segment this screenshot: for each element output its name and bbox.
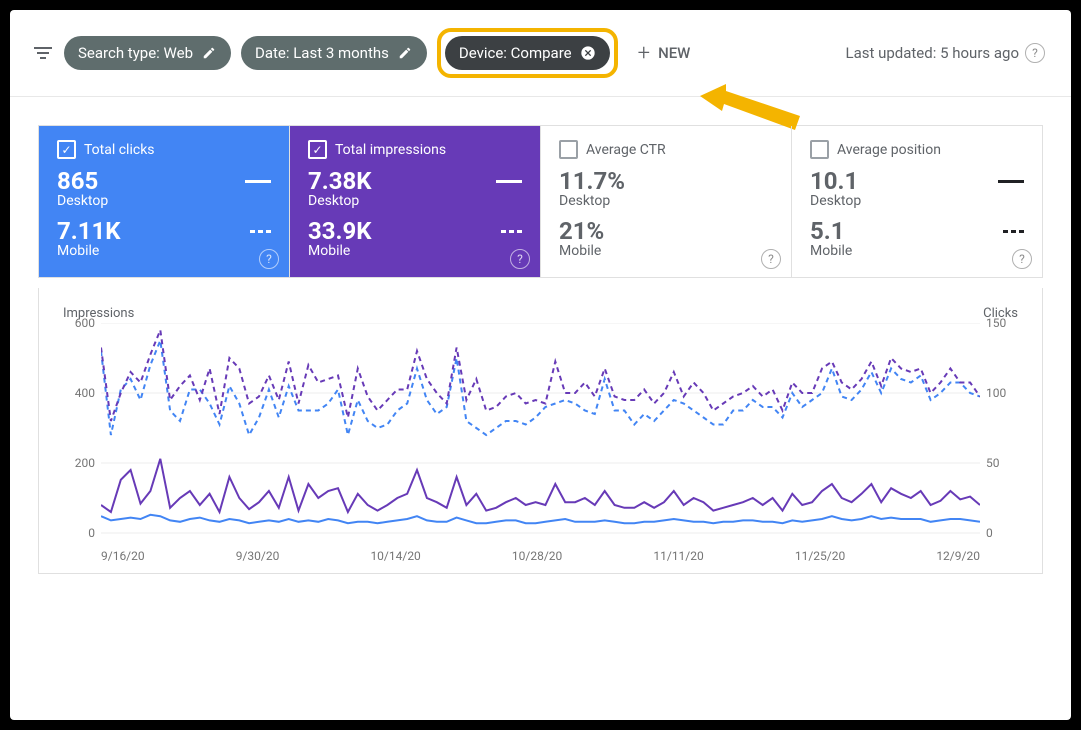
help-icon[interactable]: ?: [1025, 43, 1045, 63]
chip-label: Search type: Web: [78, 44, 193, 62]
chart-svg: [101, 323, 980, 539]
y-tick-left: 400: [59, 386, 95, 400]
card-title: Average position: [837, 142, 941, 158]
x-tick: 10/14/20: [370, 549, 420, 563]
card-value: 10.1: [810, 167, 858, 195]
help-icon[interactable]: ?: [259, 249, 279, 269]
chip-label: Device: Compare: [459, 44, 572, 62]
card-value: 5.1: [810, 217, 845, 245]
card-sublabel: Desktop: [308, 193, 522, 209]
x-tick: 12/9/20: [936, 549, 980, 563]
y-tick-left: 600: [59, 316, 95, 330]
solid-line-icon: [998, 180, 1024, 183]
y-tick-right: 50: [986, 456, 1022, 470]
pencil-icon: [397, 45, 413, 61]
y-tick-right: 150: [986, 316, 1022, 330]
card-average-position[interactable]: Average position 10.1 Desktop 5.1 Mobile…: [792, 126, 1042, 277]
card-sublabel: Mobile: [308, 243, 522, 259]
chip-device-compare[interactable]: Device: Compare: [445, 36, 610, 70]
x-tick: 9/16/20: [101, 549, 145, 563]
new-filter-button[interactable]: + NEW: [638, 41, 691, 66]
card-sublabel: Mobile: [810, 243, 1024, 259]
x-tick: 9/30/20: [236, 549, 280, 563]
card-sublabel: Desktop: [57, 193, 271, 209]
highlight-box: Device: Compare: [437, 28, 618, 78]
last-updated: Last updated: 5 hours ago ?: [845, 43, 1049, 63]
card-value: 33.9K: [308, 217, 372, 245]
chart-plot-area: 6004002000150100500: [57, 323, 1024, 543]
new-label: NEW: [658, 44, 690, 62]
filter-icon[interactable]: [32, 47, 54, 59]
last-updated-text: Last updated: 5 hours ago: [845, 44, 1019, 62]
check-icon: ✓: [61, 144, 71, 156]
dashed-line-icon: [501, 230, 522, 233]
close-icon[interactable]: [580, 45, 596, 61]
filter-bar: Search type: Web Date: Last 3 months Dev…: [10, 10, 1071, 97]
card-sublabel: Desktop: [810, 193, 1024, 209]
card-value: 11.7%: [559, 167, 625, 195]
plus-icon: +: [638, 41, 650, 66]
chip-date[interactable]: Date: Last 3 months: [241, 36, 427, 70]
metric-cards: ✓ Total clicks 865 Desktop 7.11K Mobile …: [38, 125, 1043, 278]
card-total-impressions[interactable]: ✓ Total impressions 7.38K Desktop 33.9K …: [290, 126, 541, 277]
card-sublabel: Desktop: [559, 193, 773, 209]
solid-line-icon: [496, 180, 522, 183]
x-tick: 10/28/20: [512, 549, 562, 563]
dashed-line-icon: [250, 230, 271, 233]
card-value: 7.38K: [308, 167, 372, 195]
card-title: Total clicks: [84, 142, 155, 158]
card-value: 7.11K: [57, 217, 121, 245]
card-sublabel: Mobile: [559, 243, 773, 259]
solid-line-icon: [245, 180, 271, 183]
card-value: 865: [57, 167, 98, 195]
help-icon[interactable]: ?: [761, 249, 781, 269]
chip-search-type[interactable]: Search type: Web: [64, 36, 231, 70]
y-tick-left: 200: [59, 456, 95, 470]
chip-label: Date: Last 3 months: [255, 44, 389, 62]
check-icon: ✓: [312, 144, 322, 156]
help-icon[interactable]: ?: [1012, 249, 1032, 269]
card-title: Total impressions: [335, 142, 446, 158]
chart-container: Impressions Clicks 6004002000150100500 9…: [38, 288, 1043, 574]
x-axis-ticks: 9/16/20 9/30/20 10/14/20 10/28/20 11/11/20 11…: [101, 549, 980, 563]
card-sublabel: Mobile: [57, 243, 271, 259]
card-value: 21%: [559, 217, 604, 245]
y-tick-right: 0: [986, 526, 1022, 540]
y-tick-right: 100: [986, 386, 1022, 400]
pencil-icon: [201, 45, 217, 61]
card-average-ctr[interactable]: Average CTR 11.7% Desktop 21% Mobile ?: [541, 126, 792, 277]
x-tick: 11/11/20: [653, 549, 703, 563]
card-title: Average CTR: [586, 142, 666, 158]
card-total-clicks[interactable]: ✓ Total clicks 865 Desktop 7.11K Mobile …: [39, 126, 290, 277]
x-tick: 11/25/20: [795, 549, 845, 563]
y-tick-left: 0: [59, 526, 95, 540]
dashed-line-icon: [1003, 230, 1024, 233]
help-icon[interactable]: ?: [510, 249, 530, 269]
